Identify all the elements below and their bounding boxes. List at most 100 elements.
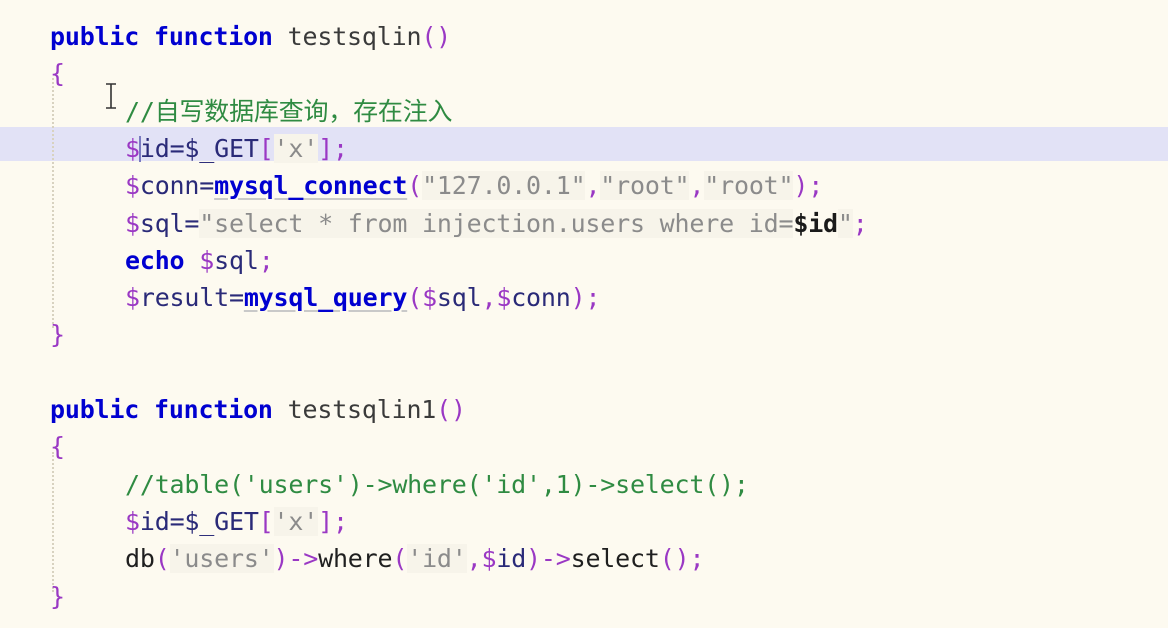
code-token: select: [570, 544, 660, 574]
code-token: db: [125, 544, 155, 574]
code-token: [: [258, 133, 274, 163]
code-token: =: [184, 208, 200, 238]
code-token: "127.0.0.1": [422, 171, 586, 201]
code-token: result: [139, 283, 229, 313]
code-token: 'x': [273, 133, 319, 163]
code-line[interactable]: public function testsqlin1(): [50, 391, 466, 428]
code-token: ): [273, 544, 289, 574]
code-token: "root": [600, 171, 690, 201]
code-token: ): [436, 22, 452, 51]
code-token: ,: [481, 283, 497, 313]
code-token: $: [125, 208, 140, 238]
code-line[interactable]: echo $sql;: [125, 242, 274, 279]
code-token: $: [422, 283, 437, 313]
code-token: ): [570, 283, 586, 313]
code-token: "root": [704, 171, 794, 201]
code-token: testsqlin: [287, 22, 422, 51]
code-token: (: [407, 171, 423, 201]
code-token: {: [50, 432, 65, 462]
code-token: echo: [125, 245, 185, 275]
code-token: ]: [318, 506, 333, 536]
code-token: =: [199, 171, 215, 201]
i-beam-text-cursor-icon: [106, 83, 116, 109]
code-token: function: [153, 22, 273, 51]
code-token: sql: [214, 245, 259, 275]
code-token: $: [496, 283, 512, 313]
code-token: (: [659, 544, 675, 574]
code-token: id: [139, 506, 170, 536]
code-token: mysql_connect: [214, 171, 408, 201]
code-editor[interactable]: public function testsqlin(){//自写数据库查询，存在…: [0, 0, 1168, 628]
code-token: $: [125, 283, 140, 313]
code-token: ;: [332, 133, 348, 163]
code-token: (: [407, 283, 423, 313]
code-token: ;: [332, 506, 348, 536]
code-token: 'id': [407, 544, 467, 574]
code-token: "select * from injection.users where id=: [199, 208, 794, 238]
code-token: (: [154, 544, 170, 574]
code-token: ;: [258, 245, 274, 275]
code-token: ): [674, 544, 690, 574]
code-line[interactable]: $id=$_GET['x'];: [125, 130, 348, 167]
code-token: (: [436, 395, 452, 424]
code-token: ]: [318, 133, 333, 163]
code-line[interactable]: $conn=mysql_connect("127.0.0.1","root","…: [125, 167, 823, 204]
code-line[interactable]: {: [50, 55, 65, 92]
code-token: conn: [139, 171, 200, 201]
code-line[interactable]: public function testsqlin(): [50, 18, 451, 55]
code-token: $_GET: [184, 133, 259, 163]
code-line[interactable]: $sql="select * from injection.users wher…: [125, 205, 868, 242]
code-line[interactable]: //自写数据库查询，存在注入: [125, 93, 453, 130]
code-token: ->: [540, 544, 571, 574]
code-line[interactable]: {: [50, 428, 65, 465]
code-token: $: [125, 133, 140, 163]
code-line[interactable]: }: [50, 316, 65, 353]
code-line[interactable]: $id=$_GET['x'];: [125, 503, 348, 540]
code-token: $id: [793, 208, 838, 238]
code-token: $: [199, 245, 215, 275]
code-token: =: [169, 133, 185, 163]
code-token: conn: [511, 283, 571, 313]
code-token: (: [392, 544, 408, 574]
code-token: $_GET: [184, 506, 259, 536]
code-token: ,: [466, 544, 482, 574]
code-line[interactable]: db('users')->where('id',$id)->select();: [125, 540, 704, 577]
code-token: ;: [585, 283, 601, 313]
code-token: public: [50, 395, 140, 424]
code-token: $: [125, 506, 140, 536]
indent-guide: [52, 452, 54, 592]
code-token: sql: [139, 208, 185, 238]
code-token: }: [50, 581, 65, 611]
code-token: where: [318, 544, 393, 574]
code-token: //table('users')->where('id',1)->select(…: [125, 469, 749, 499]
code-token: mysql_query: [243, 283, 408, 313]
code-token: }: [50, 320, 65, 350]
code-token: ): [451, 395, 466, 424]
code-token: sql: [436, 283, 482, 313]
code-token: $: [125, 171, 140, 201]
indent-guide: [52, 78, 54, 328]
code-token: //自写数据库查询，存在注入: [125, 96, 453, 126]
code-token: (: [421, 22, 437, 51]
code-token: [: [258, 506, 274, 536]
code-token: ;: [852, 208, 868, 238]
code-token: $: [481, 544, 497, 574]
code-token: id: [139, 133, 170, 163]
code-token: ): [793, 171, 809, 201]
code-line[interactable]: $result=mysql_query($sql,$conn);: [125, 279, 601, 316]
code-token: =: [228, 283, 244, 313]
code-token: 'x': [273, 506, 319, 536]
code-line[interactable]: }: [50, 578, 65, 615]
code-token: {: [50, 59, 65, 89]
code-token: ,: [689, 171, 705, 201]
code-token: 'users': [169, 544, 274, 574]
code-token: function: [153, 395, 273, 424]
code-line[interactable]: //table('users')->where('id',1)->select(…: [125, 466, 749, 503]
code-token: ;: [808, 171, 824, 201]
code-token: testsqlin1: [287, 395, 437, 424]
